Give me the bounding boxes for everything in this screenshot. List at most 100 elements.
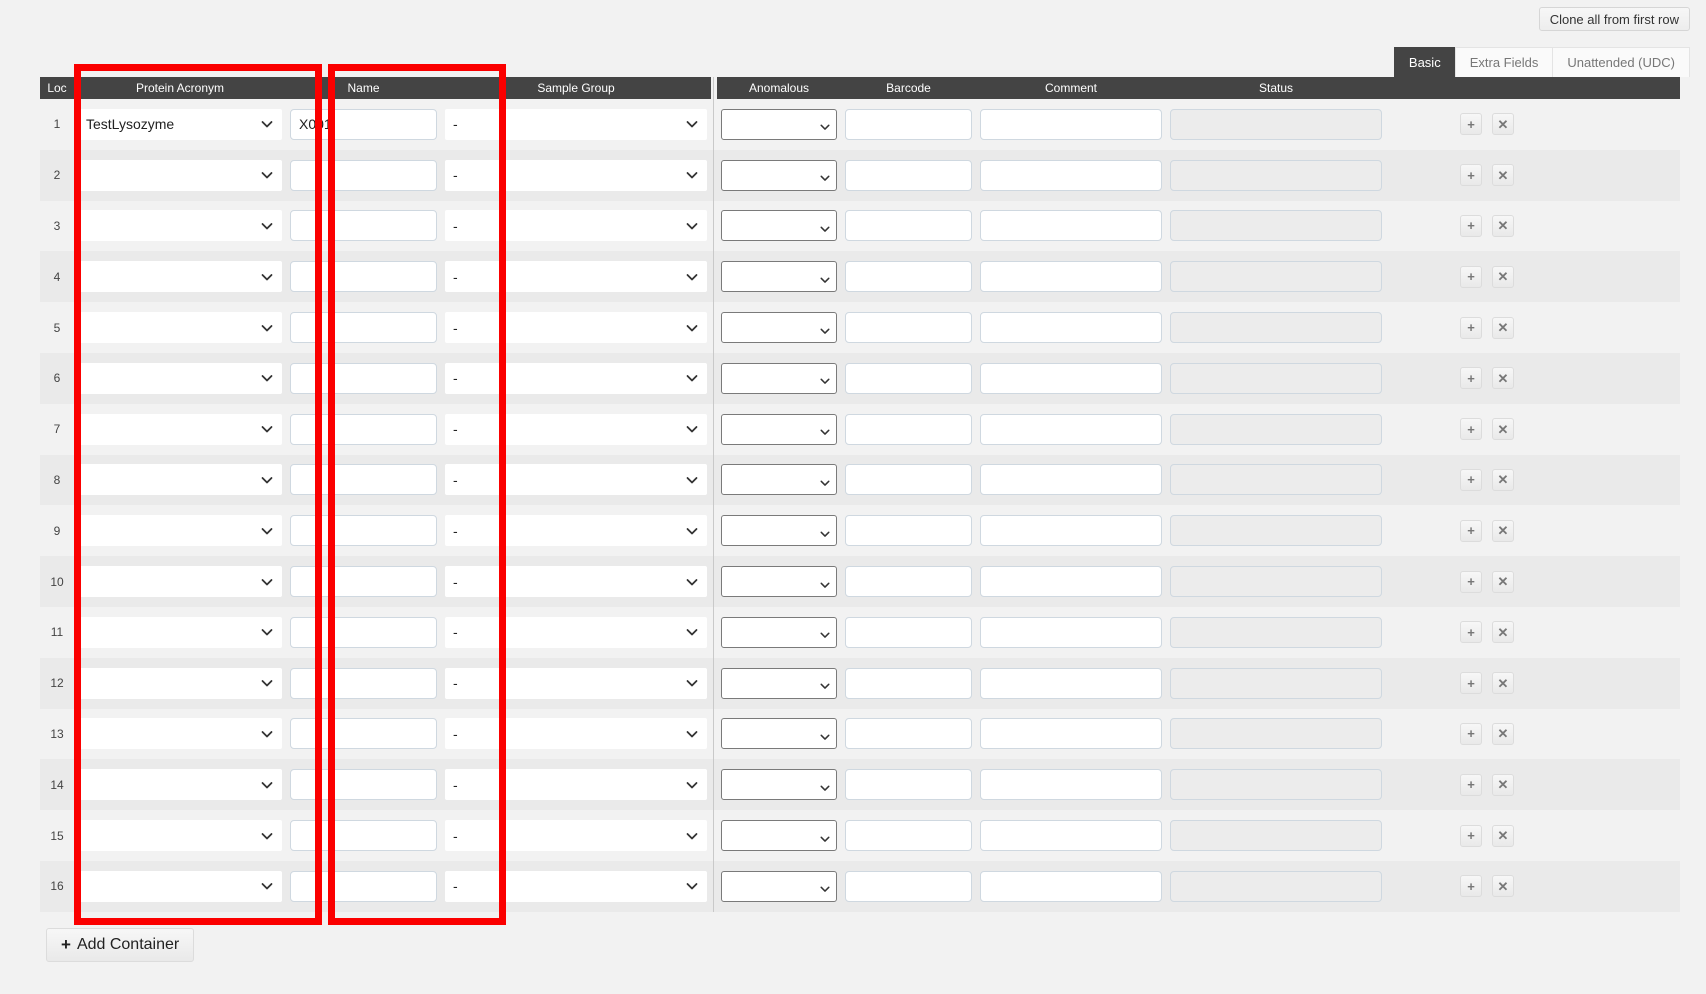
sample-group-select[interactable]: - <box>445 566 707 598</box>
sample-group-select[interactable]: - <box>445 362 707 394</box>
comment-input[interactable] <box>980 820 1162 852</box>
name-input[interactable] <box>290 870 437 902</box>
add-row-button[interactable]: + <box>1460 672 1482 695</box>
anomalous-select[interactable] <box>721 159 837 191</box>
barcode-input[interactable] <box>845 108 972 140</box>
protein-acronym-select[interactable] <box>78 159 282 191</box>
protein-acronym-select[interactable] <box>78 769 282 801</box>
add-row-button[interactable]: + <box>1460 824 1482 847</box>
protein-acronym-select[interactable] <box>78 667 282 699</box>
sample-group-select[interactable]: - <box>445 159 707 191</box>
anomalous-select[interactable] <box>721 108 837 140</box>
add-row-button[interactable]: + <box>1460 468 1482 491</box>
remove-row-button[interactable]: ✕ <box>1492 875 1514 898</box>
barcode-input[interactable] <box>845 870 972 902</box>
sample-group-select[interactable]: - <box>445 616 707 648</box>
name-input[interactable] <box>290 464 437 496</box>
tab-unattended-udc[interactable]: Unattended (UDC) <box>1552 47 1690 77</box>
comment-input[interactable] <box>980 870 1162 902</box>
sample-group-select[interactable]: - <box>445 464 707 496</box>
add-row-button[interactable]: + <box>1460 722 1482 745</box>
barcode-input[interactable] <box>845 566 972 598</box>
name-input[interactable] <box>290 566 437 598</box>
clone-all-from-first-row-button[interactable]: Clone all from first row <box>1538 7 1690 31</box>
comment-input[interactable] <box>980 108 1162 140</box>
comment-input[interactable] <box>980 464 1162 496</box>
tab-extra-fields[interactable]: Extra Fields <box>1454 47 1553 77</box>
remove-row-button[interactable]: ✕ <box>1492 519 1514 542</box>
remove-row-button[interactable]: ✕ <box>1492 418 1514 441</box>
barcode-input[interactable] <box>845 464 972 496</box>
protein-acronym-select[interactable] <box>78 210 282 242</box>
anomalous-select[interactable] <box>721 312 837 344</box>
barcode-input[interactable] <box>845 413 972 445</box>
name-input[interactable] <box>290 769 437 801</box>
protein-acronym-select[interactable] <box>78 820 282 852</box>
comment-input[interactable] <box>980 718 1162 750</box>
name-input[interactable] <box>290 616 437 648</box>
sample-group-select[interactable]: - <box>445 820 707 852</box>
add-row-button[interactable]: + <box>1460 621 1482 644</box>
comment-input[interactable] <box>980 312 1162 344</box>
add-row-button[interactable]: + <box>1460 265 1482 288</box>
sample-group-select[interactable]: - <box>445 769 707 801</box>
anomalous-select[interactable] <box>721 515 837 547</box>
barcode-input[interactable] <box>845 820 972 852</box>
sample-group-select[interactable]: - <box>445 413 707 445</box>
barcode-input[interactable] <box>845 210 972 242</box>
protein-acronym-select[interactable]: TestLysozyme <box>78 108 282 140</box>
add-container-button[interactable]: + Add Container <box>46 928 195 962</box>
barcode-input[interactable] <box>845 159 972 191</box>
comment-input[interactable] <box>980 362 1162 394</box>
barcode-input[interactable] <box>845 362 972 394</box>
sample-group-select[interactable]: - <box>445 667 707 699</box>
comment-input[interactable] <box>980 261 1162 293</box>
anomalous-select[interactable] <box>721 870 837 902</box>
barcode-input[interactable] <box>845 769 972 801</box>
comment-input[interactable] <box>980 769 1162 801</box>
comment-input[interactable] <box>980 159 1162 191</box>
add-row-button[interactable]: + <box>1460 418 1482 441</box>
protein-acronym-select[interactable] <box>78 413 282 445</box>
add-row-button[interactable]: + <box>1460 875 1482 898</box>
remove-row-button[interactable]: ✕ <box>1492 367 1514 390</box>
add-row-button[interactable]: + <box>1460 519 1482 542</box>
barcode-input[interactable] <box>845 616 972 648</box>
remove-row-button[interactable]: ✕ <box>1492 621 1514 644</box>
barcode-input[interactable] <box>845 718 972 750</box>
anomalous-select[interactable] <box>721 566 837 598</box>
protein-acronym-select[interactable] <box>78 718 282 750</box>
remove-row-button[interactable]: ✕ <box>1492 316 1514 339</box>
add-row-button[interactable]: + <box>1460 570 1482 593</box>
add-row-button[interactable]: + <box>1460 164 1482 187</box>
anomalous-select[interactable] <box>721 616 837 648</box>
protein-acronym-select[interactable] <box>78 312 282 344</box>
remove-row-button[interactable]: ✕ <box>1492 164 1514 187</box>
anomalous-select[interactable] <box>721 769 837 801</box>
name-input[interactable] <box>290 515 437 547</box>
add-row-button[interactable]: + <box>1460 367 1482 390</box>
anomalous-select[interactable] <box>721 464 837 496</box>
barcode-input[interactable] <box>845 261 972 293</box>
anomalous-select[interactable] <box>721 667 837 699</box>
comment-input[interactable] <box>980 616 1162 648</box>
protein-acronym-select[interactable] <box>78 261 282 293</box>
comment-input[interactable] <box>980 413 1162 445</box>
protein-acronym-select[interactable] <box>78 870 282 902</box>
name-input[interactable] <box>290 718 437 750</box>
name-input[interactable] <box>290 210 437 242</box>
add-row-button[interactable]: + <box>1460 316 1482 339</box>
anomalous-select[interactable] <box>721 820 837 852</box>
name-input[interactable] <box>290 261 437 293</box>
remove-row-button[interactable]: ✕ <box>1492 722 1514 745</box>
remove-row-button[interactable]: ✕ <box>1492 570 1514 593</box>
remove-row-button[interactable]: ✕ <box>1492 824 1514 847</box>
remove-row-button[interactable]: ✕ <box>1492 773 1514 796</box>
comment-input[interactable] <box>980 566 1162 598</box>
anomalous-select[interactable] <box>721 261 837 293</box>
anomalous-select[interactable] <box>721 362 837 394</box>
sample-group-select[interactable]: - <box>445 261 707 293</box>
sample-group-select[interactable]: - <box>445 210 707 242</box>
remove-row-button[interactable]: ✕ <box>1492 468 1514 491</box>
protein-acronym-select[interactable] <box>78 362 282 394</box>
